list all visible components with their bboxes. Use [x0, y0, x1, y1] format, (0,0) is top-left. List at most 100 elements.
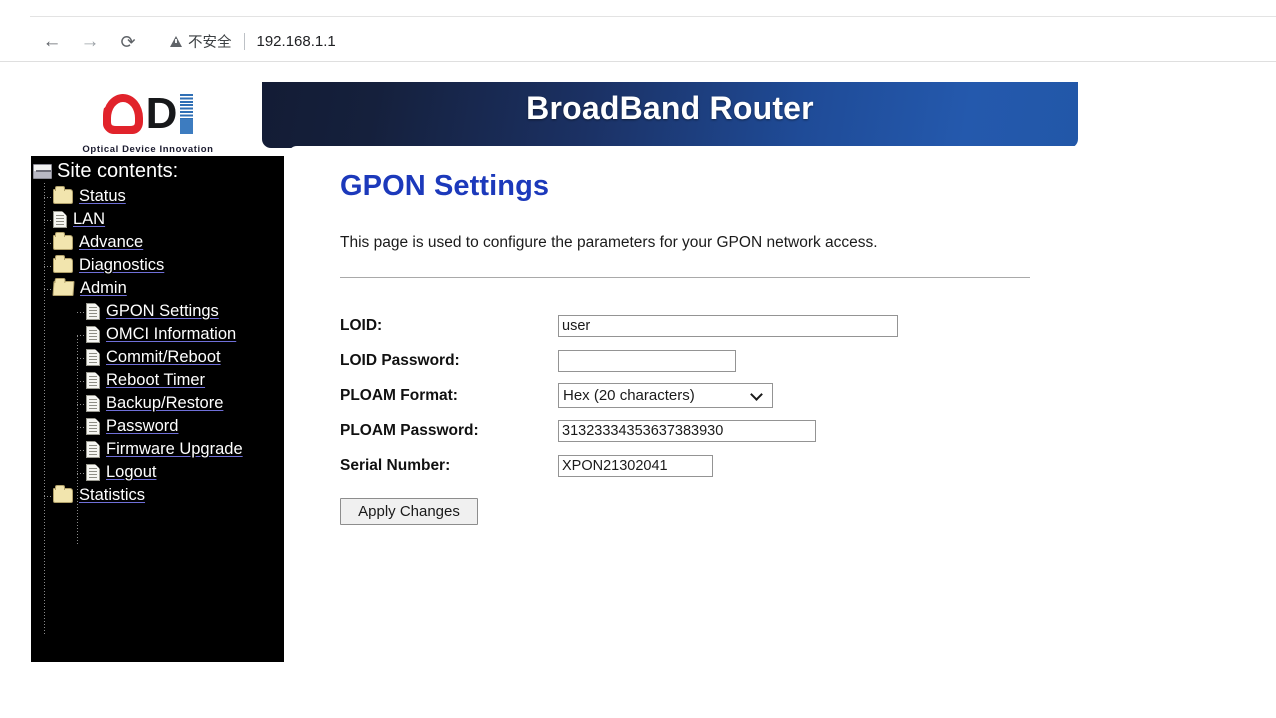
router-admin-page: BroadBand Router D Optical Device Innova…	[0, 62, 1276, 718]
sidebar-item-label: Admin	[80, 279, 127, 297]
folder-icon	[53, 186, 73, 204]
tree-connector	[77, 427, 86, 428]
sidebar-item-lan[interactable]: LAN	[31, 208, 284, 231]
content-panel: GPON Settings This page is used to confi…	[288, 146, 1078, 662]
sidebar-item-label: Commit/Reboot	[106, 348, 221, 366]
folder-icon	[53, 232, 73, 250]
browser-toolbar: ← → ⟳ 不安全 192.168.1.1	[0, 0, 1276, 62]
folder-open-icon	[52, 281, 75, 296]
address-bar[interactable]: 不安全 192.168.1.1	[158, 25, 350, 57]
sidebar-item-advance[interactable]: Advance	[31, 231, 284, 254]
tree-connector	[77, 404, 86, 405]
sidebar-item-label: Reboot Timer	[106, 371, 206, 389]
loid-input[interactable]	[558, 314, 898, 337]
form-row-loid: LOID:	[340, 310, 1040, 341]
tree-connector	[77, 450, 86, 451]
tree-connector	[44, 243, 53, 244]
folder-icon	[53, 485, 73, 503]
page-icon	[86, 395, 100, 412]
sidebar-item-label: OMCI Information	[106, 325, 237, 343]
book-icon	[33, 164, 52, 179]
sidebar-item-reboot-timer[interactable]: Reboot Timer	[31, 369, 284, 392]
logo-letter-d: D	[145, 89, 178, 138]
page-banner: BroadBand Router	[262, 82, 1078, 148]
tree-connector	[44, 197, 53, 198]
sidebar-item-commit-reboot[interactable]: Commit/Reboot	[31, 346, 284, 369]
sidebar-item-label: Firmware Upgrade	[106, 440, 243, 458]
page-icon	[86, 372, 100, 389]
logo-triangle-o-icon	[102, 94, 143, 134]
banner-title: BroadBand Router	[526, 90, 814, 126]
sidebar-item-statistics[interactable]: Statistics	[31, 484, 284, 507]
loid-password-label: LOID Password:	[340, 351, 460, 369]
form-row-ploam-password: PLOAM Password:	[340, 415, 1040, 446]
gpon-settings-form: LOID: LOID Password: PLOAM Format: Hex (…	[340, 310, 1040, 485]
sidebar-item-gpon-settings[interactable]: GPON Settings	[31, 300, 284, 323]
ploam-format-select-wrapper: Hex (20 characters)	[558, 383, 773, 408]
site-security-indicator[interactable]: 不安全	[170, 31, 232, 52]
tree-connector	[77, 335, 86, 336]
sidebar-item-admin[interactable]: Admin	[31, 277, 284, 300]
sidebar-item-password[interactable]: Password	[31, 415, 284, 438]
tree-root: Site contents:	[31, 158, 284, 185]
tree-connector	[77, 312, 86, 313]
back-icon[interactable]: ←	[38, 28, 66, 56]
logo-bar-i-icon	[180, 94, 194, 134]
serial-number-label: Serial Number:	[340, 456, 451, 474]
warning-triangle-icon	[170, 35, 182, 47]
page-title: GPON Settings	[340, 170, 550, 202]
reload-icon[interactable]: ⟳	[114, 28, 142, 56]
sidebar-tree: Site contents: Status LAN Advance Diagnosti…	[31, 156, 284, 662]
serial-number-input[interactable]	[558, 454, 713, 477]
ploam-format-select[interactable]: Hex (20 characters)	[558, 383, 773, 408]
sidebar-item-label: Status	[79, 187, 126, 205]
logo-tagline: Optical Device Innovation	[82, 144, 214, 155]
section-divider	[340, 277, 1030, 278]
folder-icon	[53, 255, 73, 273]
ploam-password-label: PLOAM Password:	[340, 421, 479, 439]
sidebar-item-firmware-upgrade[interactable]: Firmware Upgrade	[31, 438, 284, 461]
page-icon	[86, 349, 100, 366]
sidebar-item-backup-restore[interactable]: Backup/Restore	[31, 392, 284, 415]
tree-connector	[77, 381, 86, 382]
loid-label: LOID:	[340, 316, 383, 334]
sidebar-item-label: Advance	[79, 233, 144, 251]
ploam-password-input[interactable]	[558, 419, 816, 442]
sidebar-item-omci-information[interactable]: OMCI Information	[31, 323, 284, 346]
ploam-format-label: PLOAM Format:	[340, 386, 458, 404]
sidebar-item-label: LAN	[73, 210, 106, 228]
loid-password-input[interactable]	[558, 349, 736, 372]
tree-connector	[77, 473, 86, 474]
url-text: 192.168.1.1	[256, 32, 336, 50]
sidebar-item-status[interactable]: Status	[31, 185, 284, 208]
tree-connector	[44, 289, 53, 290]
toolbar-divider	[30, 16, 1276, 17]
sidebar-item-label: Password	[106, 417, 179, 435]
sidebar-item-label: Logout	[106, 463, 157, 481]
tree-connector	[44, 266, 53, 267]
page-description: This page is used to configure the param…	[340, 234, 878, 251]
page-icon	[86, 464, 100, 481]
form-row-loid-password: LOID Password:	[340, 345, 1040, 376]
form-row-serial-number: Serial Number:	[340, 450, 1040, 481]
forward-icon[interactable]: →	[76, 28, 104, 56]
form-row-ploam-format: PLOAM Format: Hex (20 characters)	[340, 380, 1040, 411]
page-icon	[86, 303, 100, 320]
sidebar-item-label: Backup/Restore	[106, 394, 224, 412]
tree-connector	[77, 358, 86, 359]
logo-marks: D	[102, 88, 194, 140]
page-icon	[86, 326, 100, 343]
sidebar-item-label: GPON Settings	[106, 302, 219, 320]
tree-connector	[44, 220, 53, 221]
sidebar-item-diagnostics[interactable]: Diagnostics	[31, 254, 284, 277]
sidebar-item-label: Statistics	[79, 486, 146, 504]
sidebar-item-logout[interactable]: Logout	[31, 461, 284, 484]
page-icon	[86, 441, 100, 458]
page-icon	[86, 418, 100, 435]
security-label: 不安全	[188, 34, 232, 51]
omnibox-divider	[243, 32, 245, 50]
tree-connector	[44, 496, 53, 497]
apply-changes-button[interactable]: Apply Changes	[340, 498, 478, 525]
page-icon	[53, 211, 67, 228]
sidebar-item-label: Diagnostics	[79, 256, 165, 274]
